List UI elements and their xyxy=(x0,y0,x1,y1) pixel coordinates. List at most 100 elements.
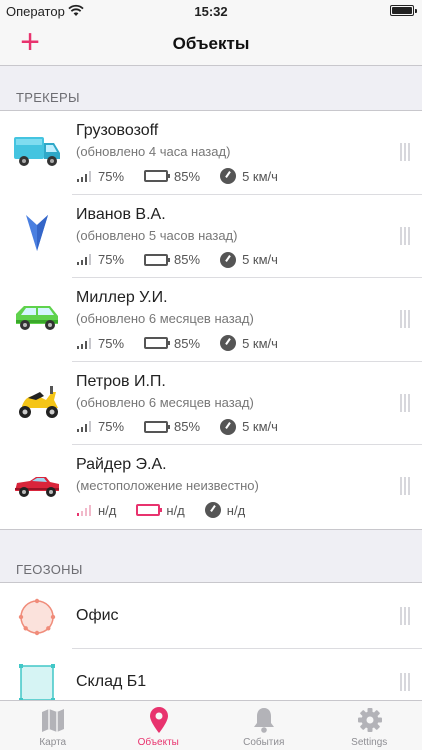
battery-empty-icon xyxy=(136,504,163,516)
minivan-icon xyxy=(16,306,58,330)
page-title: Объекты xyxy=(172,34,250,53)
tracker-stats: 75% 85% 5 км/ч xyxy=(76,418,298,435)
reorder-handle-icon[interactable] xyxy=(400,393,410,412)
truck-icon xyxy=(14,137,60,166)
speed-stat: 5 км/ч xyxy=(220,168,278,184)
signal-stat: 75% xyxy=(76,252,124,267)
battery-level-icon xyxy=(144,337,171,349)
tracker-status: (обновлено 6 месяцев назад) xyxy=(76,311,254,326)
tracker-status: (обновлено 5 часов назад) xyxy=(76,227,238,243)
battery-stat: 85% xyxy=(144,252,200,267)
speed-value: н/д xyxy=(226,502,246,518)
speedometer-icon xyxy=(220,418,237,435)
tracker-stats: 75% 85% 5 км/ч xyxy=(76,335,298,351)
tracker-row[interactable]: Райдер Э.А. (местоположение неизвестно) … xyxy=(0,445,422,529)
speed-stat: н/д xyxy=(204,502,246,518)
tracker-status: (местоположение неизвестно) xyxy=(76,478,259,493)
tab-bar: Карта Объекты События Settings xyxy=(0,700,422,750)
battery-value: н/д xyxy=(166,502,185,518)
tracker-stats: 75% 85% 5 км/ч xyxy=(76,168,298,184)
battery-level-icon xyxy=(144,253,171,266)
tab-events[interactable]: События xyxy=(211,701,317,750)
battery-stat: 85% xyxy=(144,336,200,351)
tab-label: События xyxy=(243,737,285,748)
tracker-status: (обновлено 6 месяцев назад) xyxy=(76,394,254,410)
signal-icon xyxy=(76,254,92,265)
signal-value: 75% xyxy=(98,252,125,267)
signal-value: 75% xyxy=(98,335,125,351)
geozone-name: Офис xyxy=(76,607,119,624)
tracker-name: Грузовозоff xyxy=(76,122,159,139)
section-header-geozones: ГЕОЗОНЫ xyxy=(16,562,83,577)
speedometer-icon xyxy=(204,502,221,518)
speed-stat: 5 км/ч xyxy=(220,251,278,268)
tab-settings[interactable]: Settings xyxy=(317,701,422,750)
speedometer-icon xyxy=(220,251,237,268)
gear-icon xyxy=(357,708,382,732)
battery-value: 85% xyxy=(174,335,201,351)
signal-stat: н/д xyxy=(76,503,116,518)
nav-bar: + Объекты xyxy=(0,22,422,66)
tracker-name: Миллер У.И. xyxy=(76,289,168,306)
map-icon xyxy=(42,709,64,732)
tab-label: Карта xyxy=(39,737,67,748)
tab-label: Settings xyxy=(351,737,388,748)
geozone-row[interactable]: Офис xyxy=(0,583,422,649)
speed-value: 5 км/ч xyxy=(242,335,278,351)
circle-zone-icon xyxy=(18,598,56,636)
clock: 15:32 xyxy=(194,4,228,19)
tracker-stats: 75% 85% 5 км/ч xyxy=(76,251,298,268)
reorder-handle-icon[interactable] xyxy=(400,226,410,245)
battery-value: 85% xyxy=(174,168,201,184)
signal-value: 75% xyxy=(98,419,125,434)
speed-value: 5 км/ч xyxy=(242,419,278,434)
signal-icon xyxy=(76,337,92,349)
geozone-name: Склад Б1 xyxy=(76,673,147,690)
battery-value: 85% xyxy=(174,252,201,267)
section-header-trackers: ТРЕКЕРЫ xyxy=(16,90,80,105)
tracker-name: Иванов В.А. xyxy=(76,205,166,223)
status-bar: Оператор 15:32 xyxy=(0,0,422,22)
speedometer-icon xyxy=(220,168,237,184)
speedometer-icon xyxy=(220,335,237,351)
location-pin-icon xyxy=(149,707,168,733)
signal-icon xyxy=(76,421,92,432)
speed-stat: 5 км/ч xyxy=(220,418,278,435)
battery-level-icon xyxy=(144,420,171,433)
tab-objects[interactable]: Объекты xyxy=(106,701,212,750)
bell-icon xyxy=(254,708,274,733)
tracker-row[interactable]: Грузовозоff (обновлено 4 часа назад) 75%… xyxy=(0,111,422,195)
signal-value: 75% xyxy=(98,168,125,184)
square-zone-icon xyxy=(19,664,55,700)
convertible-car-icon xyxy=(15,477,59,497)
geozone-row[interactable]: Склад Б1 xyxy=(0,649,422,700)
battery-icon xyxy=(390,5,417,16)
reorder-handle-icon[interactable] xyxy=(400,310,410,328)
signal-value: н/д xyxy=(98,502,117,518)
reorder-handle-icon[interactable] xyxy=(400,607,410,625)
speed-value: 5 км/ч xyxy=(242,168,278,184)
speed-value: 5 км/ч xyxy=(242,252,278,267)
geozones-list: Офис Склад Б1 xyxy=(0,582,422,700)
reorder-handle-icon[interactable] xyxy=(400,143,410,161)
reorder-handle-icon[interactable] xyxy=(400,477,410,495)
scooter-icon xyxy=(19,385,58,418)
arrow-marker-icon xyxy=(26,214,48,251)
battery-stat: 85% xyxy=(144,169,200,184)
tracker-stats: н/д н/д н/д xyxy=(76,502,265,518)
tracker-name: Райдер Э.А. xyxy=(76,456,167,473)
tab-label: Объекты xyxy=(137,737,179,748)
signal-icon xyxy=(76,170,92,182)
battery-stat: 85% xyxy=(144,419,200,434)
tracker-name: Петров И.П. xyxy=(76,372,166,390)
reorder-handle-icon[interactable] xyxy=(400,673,410,691)
tracker-row[interactable]: Иванов В.А. (обновлено 5 часов назад) 75… xyxy=(0,195,422,279)
tab-map[interactable]: Карта xyxy=(0,701,106,750)
speed-stat: 5 км/ч xyxy=(220,335,278,351)
tracker-row[interactable]: Миллер У.И. (обновлено 6 месяцев назад) … xyxy=(0,278,422,362)
battery-value: 85% xyxy=(174,419,201,434)
signal-stat: 75% xyxy=(76,336,124,351)
tracker-row[interactable]: Петров И.П. (обновлено 6 месяцев назад) … xyxy=(0,362,422,446)
signal-stat: 75% xyxy=(76,419,124,434)
trackers-list: Грузовозоff (обновлено 4 часа назад) 75%… xyxy=(0,110,422,530)
